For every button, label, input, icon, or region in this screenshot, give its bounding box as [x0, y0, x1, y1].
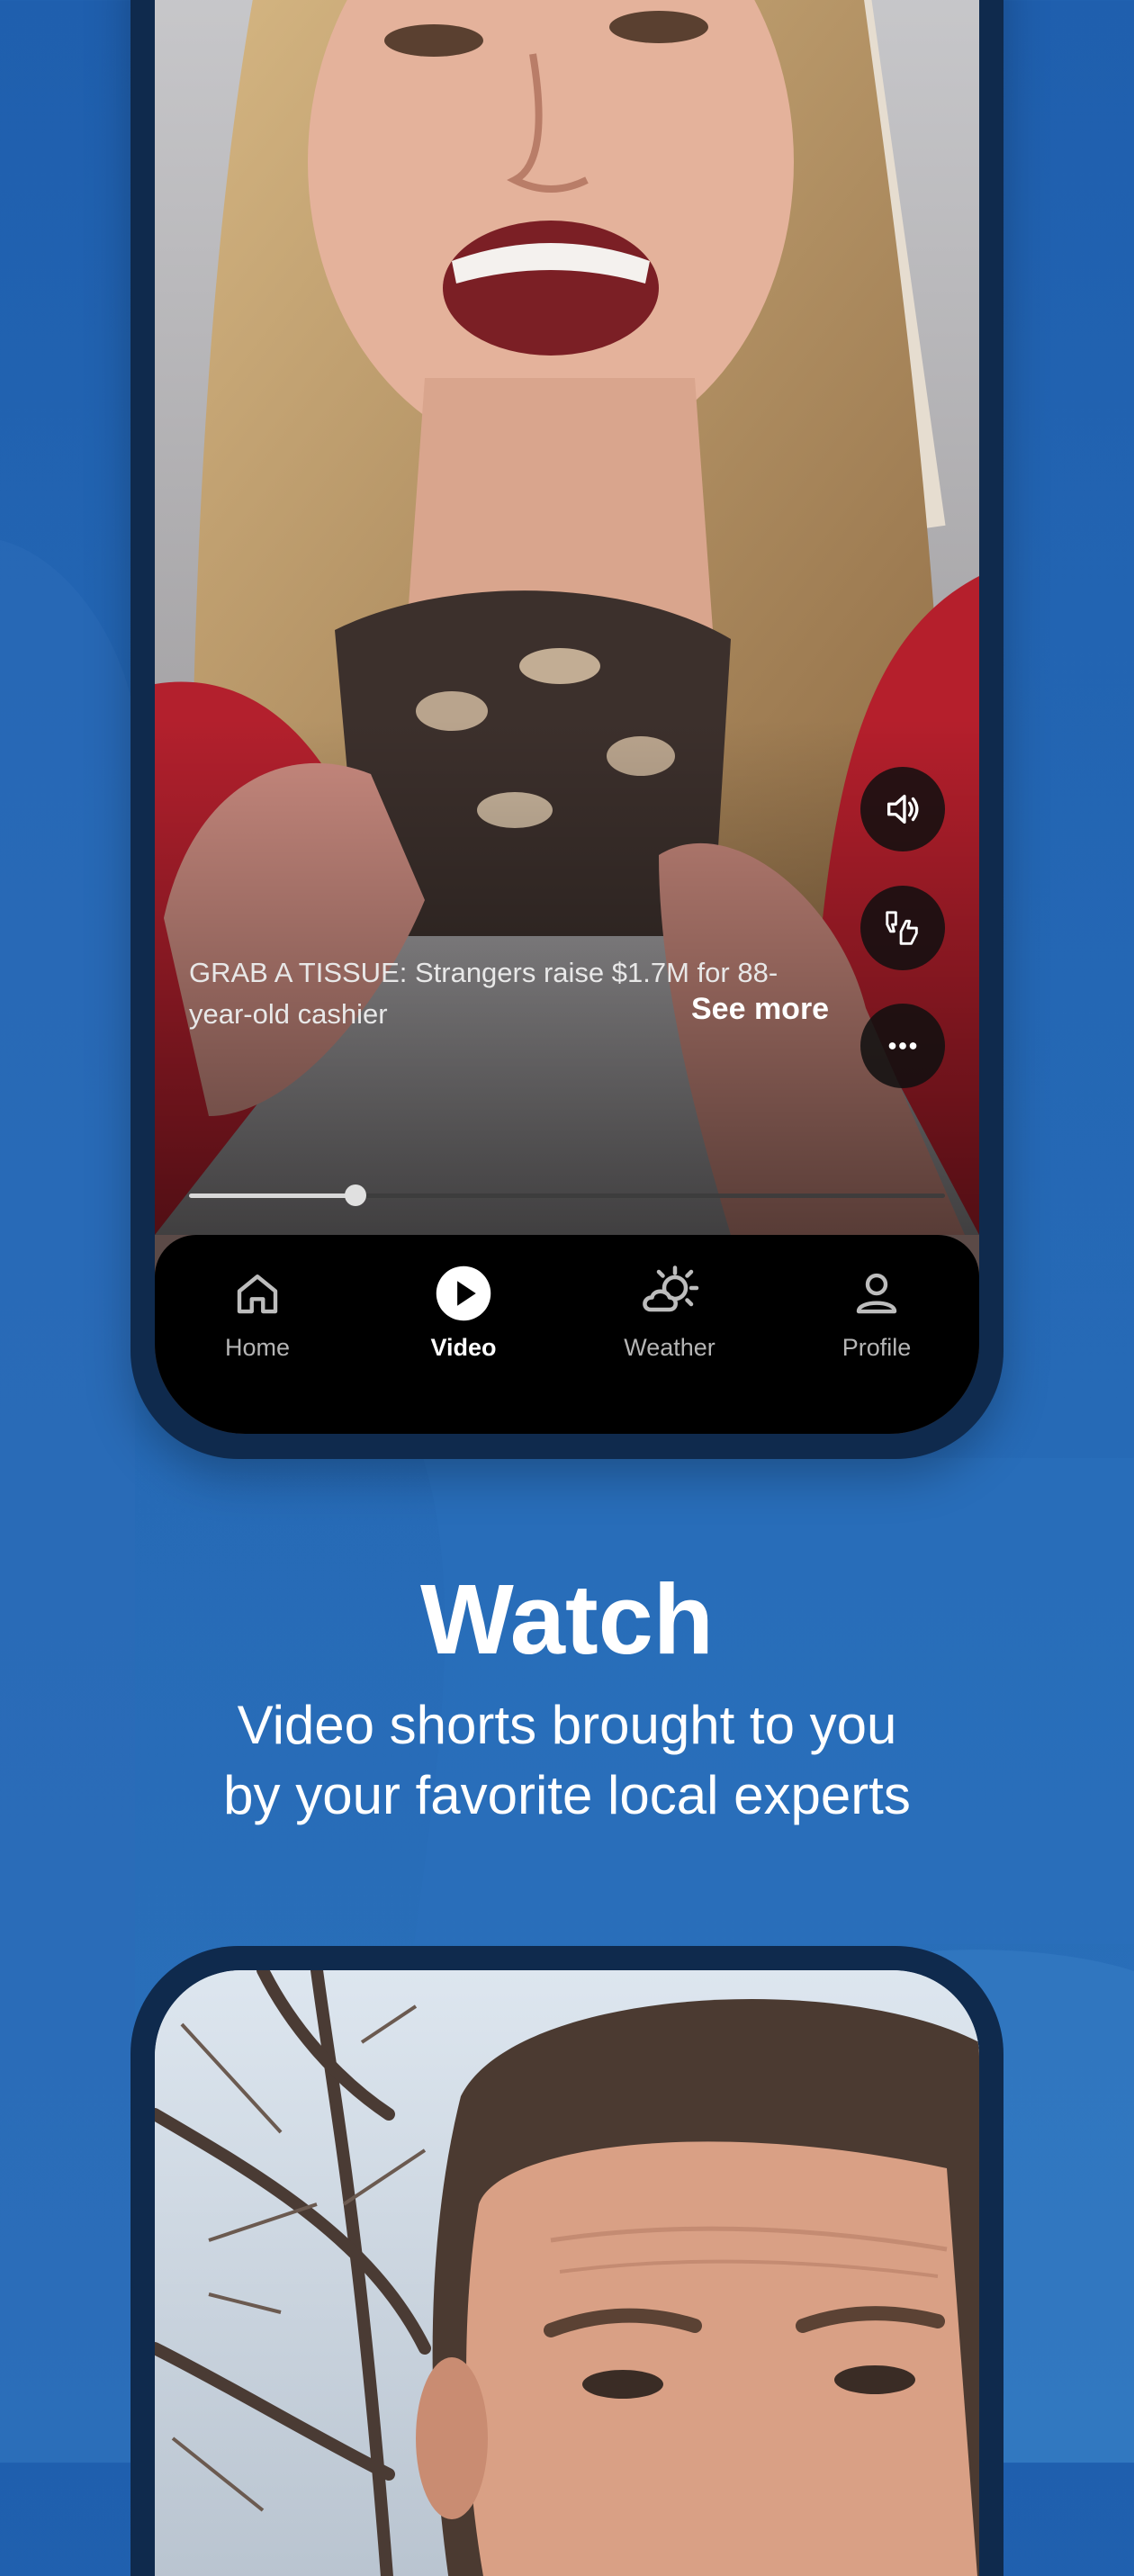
- promo-subheadline: Video shorts brought to you by your favo…: [0, 1690, 1134, 1831]
- video-player[interactable]: [155, 0, 979, 1235]
- video-progress-fill: [189, 1193, 356, 1198]
- volume-button[interactable]: [860, 767, 945, 851]
- profile-icon: [856, 1273, 897, 1314]
- more-options-button[interactable]: [860, 1004, 945, 1088]
- promo-subline-2: by your favorite local experts: [223, 1765, 911, 1825]
- tab-profile-label: Profile: [842, 1334, 912, 1361]
- dislike-like-icon: [886, 911, 918, 945]
- rate-video-button[interactable]: [860, 886, 945, 970]
- volume-icon: [886, 794, 919, 824]
- tab-video-label: Video: [430, 1334, 497, 1361]
- more-options-icon: [888, 1042, 917, 1049]
- tab-profile[interactable]: Profile: [787, 1262, 967, 1362]
- video-progress-handle[interactable]: [344, 1184, 366, 1206]
- phone-mockup-top: GRAB A TISSUE: Strangers raise $1.7M for…: [130, 0, 1004, 1459]
- promo-headline: Watch: [420, 1564, 714, 1675]
- home-icon: [237, 1274, 278, 1314]
- promo-subline-1: Video shorts brought to you: [237, 1695, 897, 1755]
- phone-screen: GRAB A TISSUE: Strangers raise $1.7M for…: [155, 0, 979, 1434]
- bottom-tab-bar: Home Video Weather Profile: [155, 1235, 979, 1434]
- see-more-link[interactable]: See more: [691, 992, 829, 1027]
- phone-mockup-bottom: [130, 1946, 1004, 2576]
- play-icon: [436, 1265, 491, 1321]
- tab-video[interactable]: Video: [374, 1262, 554, 1362]
- tab-weather[interactable]: Weather: [580, 1262, 760, 1362]
- tab-weather-label: Weather: [624, 1334, 716, 1361]
- tab-home-label: Home: [224, 1334, 291, 1361]
- video-progress-bar[interactable]: [189, 1184, 945, 1206]
- video-frame-illustration-bottom: [155, 1970, 979, 2576]
- video-frame-illustration: [155, 0, 979, 1235]
- weather-icon: [643, 1265, 699, 1312]
- tab-home[interactable]: Home: [167, 1262, 347, 1362]
- phone-screen-bottom: [155, 1970, 979, 2576]
